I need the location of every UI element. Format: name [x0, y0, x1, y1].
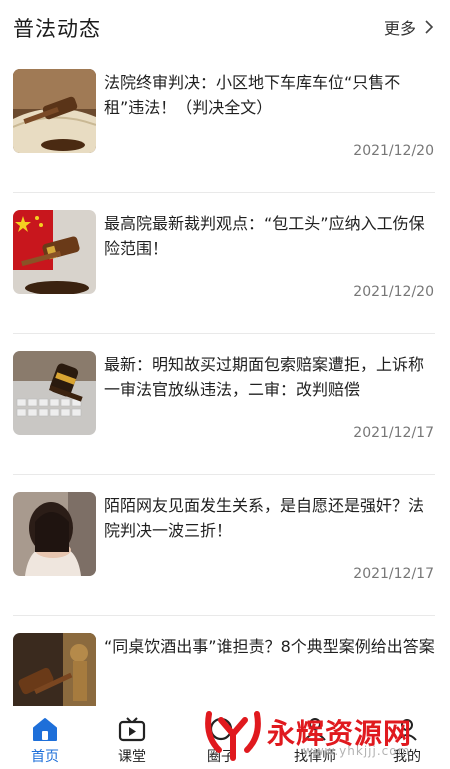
chevron-right-icon — [425, 20, 434, 34]
article-item[interactable]: 法院终审判决：小区地下车库车位“只售不租”违法！（判决全文） 2021/12/2… — [0, 52, 450, 193]
tv-icon — [118, 717, 146, 742]
home-icon — [33, 718, 57, 741]
article-date: 2021/12/20 — [353, 143, 434, 159]
watermark-url: www.yhkjjj.com — [303, 744, 411, 758]
article-title: 法院终审判决：小区地下车库车位“只售不租”违法！（判决全文） — [104, 73, 401, 117]
article-item[interactable]: 最新：明知故买过期面包索赔案遭拒，上诉称一审法官放纵违法，二审：改判赔偿 202… — [0, 334, 450, 475]
tab-label: 首页 — [31, 749, 59, 765]
gavel-statue-image — [13, 633, 96, 717]
section-header: 普法动态 更多 — [0, 0, 450, 52]
section-title: 普法动态 — [13, 17, 101, 41]
gavel-with-flag-image — [13, 210, 96, 294]
article-title: “同桌饮酒出事”谁担责？8个典型案例给出答案 — [104, 637, 435, 656]
tab-classroom[interactable]: 课堂 — [87, 706, 177, 769]
article-title: 最新：明知故买过期面包索赔案遭拒，上诉称一审法官放纵违法，二审：改判赔偿 — [104, 355, 425, 399]
gavel-on-laptop-image — [13, 351, 96, 435]
tab-label: 课堂 — [118, 749, 146, 765]
watermark: 永辉资源网 www.yhkjjj.com — [203, 708, 443, 766]
article-list: 法院终审判决：小区地下车库车位“只售不租”违法！（判决全文） 2021/12/2… — [0, 52, 450, 757]
article-date: 2021/12/20 — [353, 284, 434, 300]
article-date: 2021/12/17 — [353, 425, 434, 441]
more-label: 更多 — [383, 19, 416, 38]
article-title: 最高院最新裁判观点：“包工头”应纳入工伤保险范围！ — [104, 214, 425, 258]
tab-home[interactable]: 首页 — [0, 706, 90, 769]
article-item[interactable]: 陌陌网友见面发生关系，是自愿还是强奸？法院判决一波三折！ 2021/12/17 — [0, 475, 450, 616]
article-item[interactable]: 最高院最新裁判观点：“包工头”应纳入工伤保险范围！ 2021/12/20 — [0, 193, 450, 334]
watermark-logo — [205, 711, 261, 761]
sad-woman-image — [13, 492, 96, 576]
article-date: 2021/12/17 — [353, 566, 434, 582]
article-title: 陌陌网友见面发生关系，是自愿还是强奸？法院判决一波三折！ — [104, 496, 425, 540]
gavel-on-book-image — [13, 69, 96, 153]
more-link[interactable]: 更多 — [384, 15, 436, 39]
